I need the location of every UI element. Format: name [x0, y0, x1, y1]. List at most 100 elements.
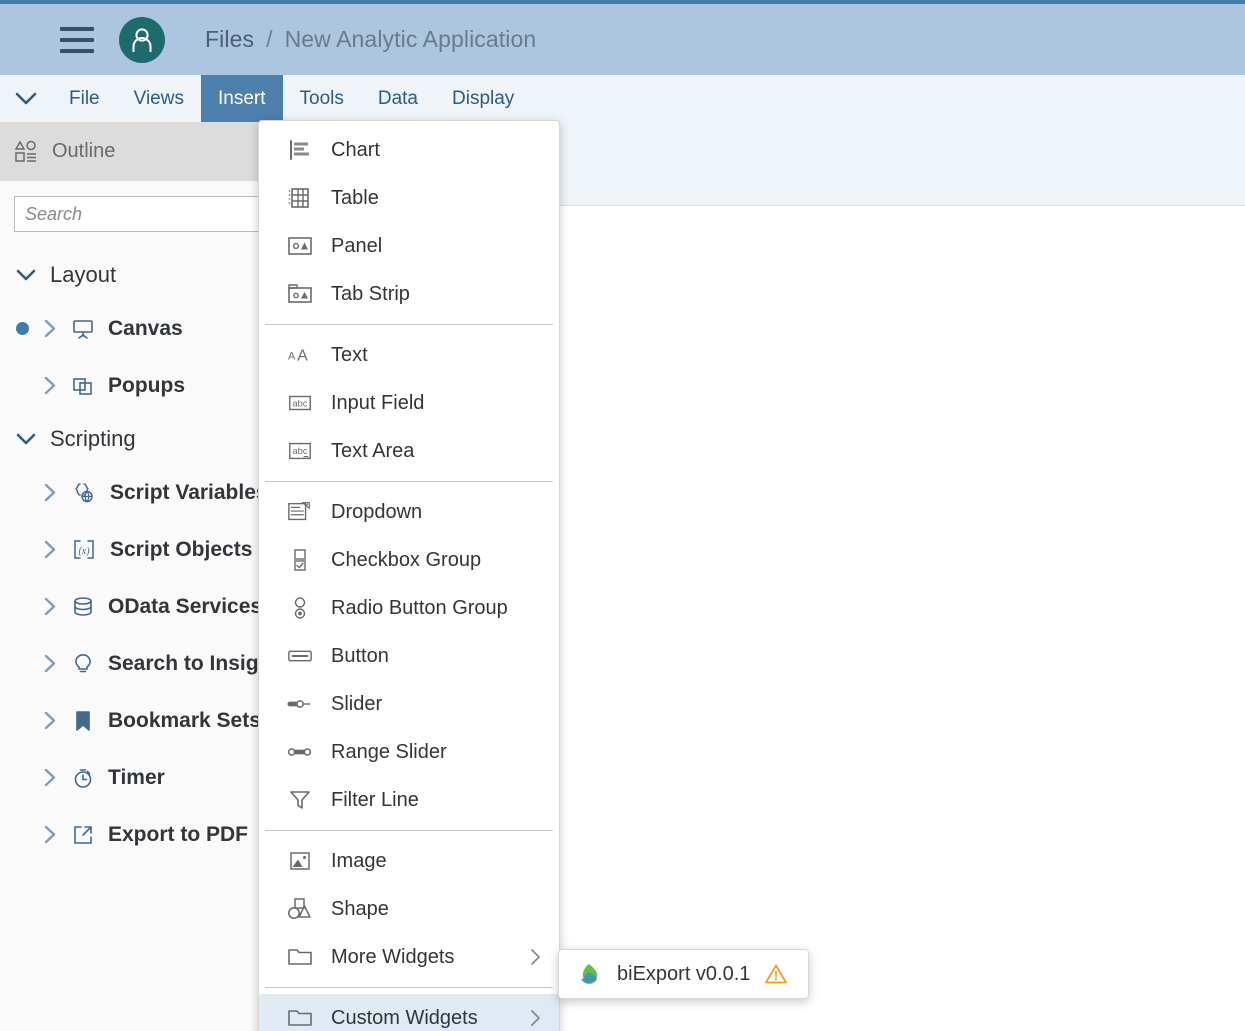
- svg-text:A: A: [288, 351, 296, 363]
- folder-icon: [287, 1005, 313, 1031]
- menu-option-image[interactable]: Image: [259, 837, 559, 885]
- user-avatar-icon[interactable]: [119, 16, 165, 63]
- slider-icon: [287, 691, 313, 717]
- menu-item-file[interactable]: File: [52, 75, 117, 122]
- tree-item-label: Script Variables: [110, 480, 268, 504]
- menu-option-label: Radio Button Group: [331, 596, 508, 619]
- canvas-icon: [72, 318, 94, 340]
- chevron-down-icon: [16, 433, 36, 445]
- menu-option-label: Image: [331, 849, 387, 872]
- shape-icon: [287, 896, 313, 922]
- chevron-right-icon: [529, 1009, 541, 1027]
- menu-option-filter-line[interactable]: Filter Line: [259, 776, 559, 824]
- menu-option-chart[interactable]: Chart: [259, 126, 559, 174]
- menu-item-tools[interactable]: Tools: [283, 75, 361, 122]
- menu-option-radio-button-group[interactable]: Radio Button Group: [259, 584, 559, 632]
- menu-option-slider[interactable]: Slider: [259, 680, 559, 728]
- hamburger-icon[interactable]: [60, 26, 94, 53]
- tree-item-label: OData Services: [108, 594, 263, 618]
- menu-option-range-slider[interactable]: Range Slider: [259, 728, 559, 776]
- chevron-right-icon: [529, 948, 541, 966]
- tree-item-label: Canvas: [108, 316, 183, 340]
- menu-bar: File Views Insert Tools Data Display: [0, 75, 1245, 122]
- menu-option-label: Text Area: [331, 439, 415, 462]
- menu-option-text[interactable]: A A Text: [259, 331, 559, 379]
- menu-item-views[interactable]: Views: [117, 75, 201, 122]
- submenu-option-label: biExport v0.0.1: [617, 962, 751, 985]
- submenu-option-biexport[interactable]: biExport v0.0.1: [559, 954, 808, 994]
- menu-option-label: Custom Widgets: [331, 1006, 478, 1029]
- menu-option-label: Slider: [331, 692, 383, 715]
- shell-header: Files / New Analytic Application: [0, 4, 1245, 75]
- chevron-right-icon[interactable]: [44, 825, 56, 844]
- popups-icon: [72, 375, 94, 397]
- outline-icon: [14, 139, 38, 164]
- menu-separator: [265, 481, 553, 482]
- range-slider-icon: [287, 739, 313, 765]
- tree-item-label: Export to PDF: [108, 822, 248, 846]
- chevron-right-icon[interactable]: [44, 654, 56, 673]
- menu-option-more-widgets[interactable]: More Widgets: [259, 933, 559, 981]
- content-area: Widgets: [280, 122, 1245, 1031]
- chevron-right-icon[interactable]: [44, 711, 56, 730]
- menu-option-input-field[interactable]: abc Input Field: [259, 379, 559, 427]
- menu-option-checkbox-group[interactable]: Checkbox Group: [259, 536, 559, 584]
- script-object-icon: (x): [72, 539, 96, 561]
- menu-option-label: Range Slider: [331, 740, 447, 763]
- radio-button-group-icon: [287, 595, 313, 621]
- menu-option-panel[interactable]: Panel: [259, 222, 559, 270]
- breadcrumb-root[interactable]: Files: [205, 26, 254, 53]
- breadcrumb-separator: /: [266, 26, 273, 52]
- menu-option-text-area[interactable]: abc Text Area: [259, 427, 559, 475]
- breadcrumb: Files / New Analytic Application: [205, 26, 536, 53]
- svg-text:abc: abc: [293, 446, 308, 456]
- tab-strip-icon: [287, 281, 313, 307]
- tree-item-label: Bookmark Sets: [108, 708, 261, 732]
- dropdown-icon: [287, 499, 313, 525]
- chevron-down-icon: [16, 269, 36, 281]
- menu-option-custom-widgets[interactable]: Custom Widgets: [259, 994, 559, 1031]
- menu-option-button[interactable]: Button: [259, 632, 559, 680]
- menu-option-label: Table: [331, 186, 379, 209]
- filter-funnel-icon: [287, 787, 313, 813]
- biexport-logo-icon: [575, 960, 603, 988]
- tree-item-label: Popups: [108, 373, 185, 397]
- menu-option-table[interactable]: Table: [259, 174, 559, 222]
- menu-item-data[interactable]: Data: [361, 75, 435, 122]
- menu-option-label: Checkbox Group: [331, 548, 482, 571]
- menu-separator: [265, 987, 553, 988]
- custom-widgets-submenu: biExport v0.0.1: [558, 949, 810, 999]
- selected-dot-indicator: [16, 322, 29, 335]
- chevron-right-icon[interactable]: [44, 483, 56, 502]
- menu-separator: [265, 324, 553, 325]
- menu-option-label: Chart: [331, 138, 380, 161]
- application-window: Files / New Analytic Application File Vi…: [0, 0, 1245, 1031]
- lightbulb-icon: [72, 653, 94, 675]
- script-variable-icon: [72, 482, 96, 504]
- svg-text:(x): (x): [78, 546, 90, 557]
- menu-option-dropdown[interactable]: Dropdown: [259, 488, 559, 536]
- menu-option-label: Text: [331, 343, 368, 366]
- chevron-down-icon[interactable]: [0, 75, 52, 122]
- tree-item-label: Script Objects: [110, 537, 253, 561]
- tree-item-label: Timer: [108, 765, 165, 789]
- text-aa-icon: A A: [287, 342, 313, 368]
- button-icon: [287, 643, 313, 669]
- menu-option-shape[interactable]: Shape: [259, 885, 559, 933]
- menu-option-label: Filter Line: [331, 788, 419, 811]
- menu-option-tab-strip[interactable]: Tab Strip: [259, 270, 559, 318]
- svg-text:A: A: [297, 348, 308, 365]
- checkbox-group-icon: [287, 547, 313, 573]
- chevron-right-icon[interactable]: [44, 768, 56, 787]
- warning-triangle-icon: [764, 963, 788, 985]
- chevron-right-icon[interactable]: [44, 319, 56, 338]
- table-grid-icon: [287, 185, 313, 211]
- menu-item-display[interactable]: Display: [435, 75, 531, 122]
- tree-item-label: Search to Insight: [108, 651, 279, 675]
- chevron-right-icon[interactable]: [44, 597, 56, 616]
- menu-item-insert[interactable]: Insert: [200, 75, 283, 122]
- chevron-right-icon[interactable]: [44, 540, 56, 559]
- input-field-abc-icon: abc: [287, 390, 313, 416]
- tree-group-label: Scripting: [50, 426, 136, 451]
- chevron-right-icon[interactable]: [44, 376, 56, 395]
